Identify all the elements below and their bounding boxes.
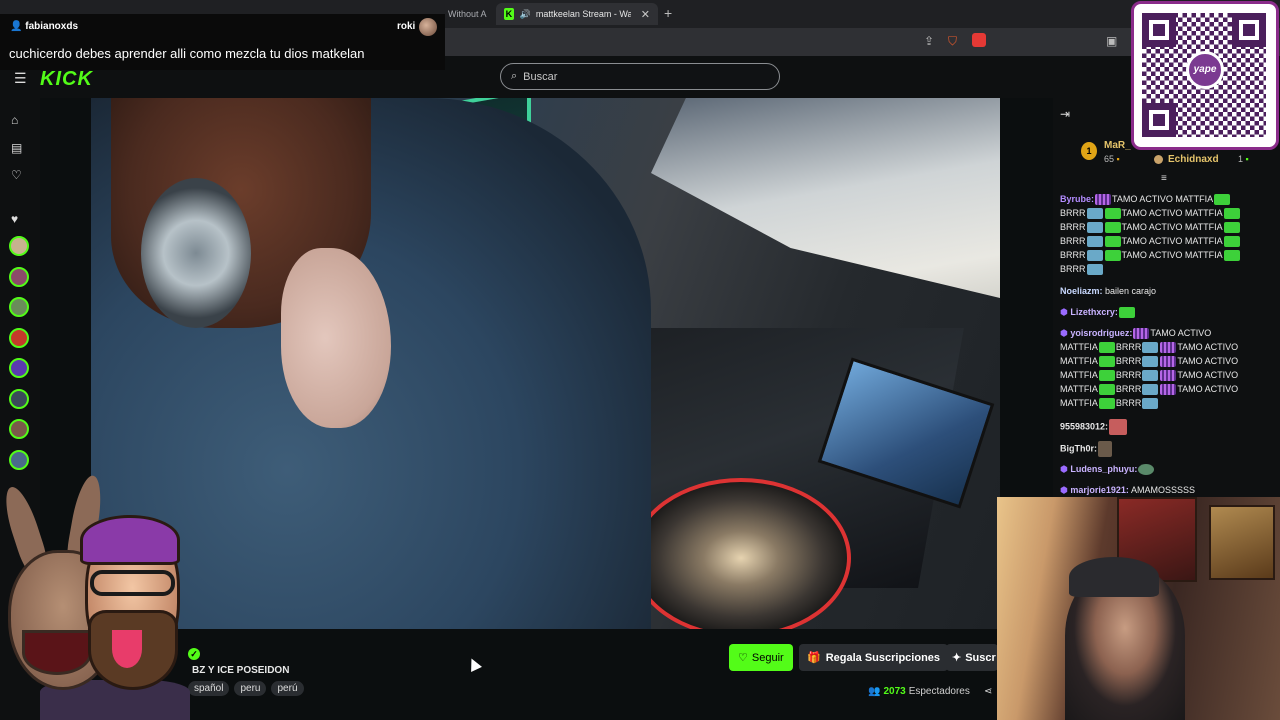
heart-icon: ♡: [738, 652, 748, 664]
extension-icon[interactable]: [972, 33, 986, 47]
followed-channel-avatar[interactable]: [9, 328, 29, 348]
chat-message: BRRR TAMO ACTIVO MATTFIA: [1060, 234, 1241, 248]
screen: Without A K 🔊 mattkeelan Stream - Watch …: [0, 0, 1280, 720]
chat-message: MATTFIA BRRR TAMO ACTIVO: [1060, 356, 1239, 368]
leaderboard-count: 65 ▪: [1104, 154, 1120, 164]
chat-message: ⬢ Ludens_phuyu:: [1060, 462, 1155, 476]
kick-logo[interactable]: KICK: [40, 68, 93, 91]
follow-label: Seguir: [751, 651, 784, 664]
followed-channel-avatar[interactable]: [9, 236, 29, 256]
overlay-reply-user: roki: [397, 21, 416, 32]
webcam-overlay: [997, 497, 1280, 720]
mascot-overlay: [0, 470, 190, 720]
chat-message: BRRR: [1060, 262, 1104, 276]
followed-channel-avatar[interactable]: [9, 389, 29, 409]
donkey-mouth: [22, 630, 92, 675]
viewers-icon: 👥: [868, 686, 881, 697]
cartoon-glasses: [90, 570, 175, 596]
gift-subs-button[interactable]: 🎁 Regala Suscripciones: [799, 644, 949, 671]
collapse-chat-icon[interactable]: ⇥: [1060, 107, 1070, 121]
wall-poster: [1209, 505, 1275, 580]
qr-finder-pattern: [1235, 16, 1263, 44]
followed-channel-avatar[interactable]: [9, 419, 29, 439]
chat-message: BRRR TAMO ACTIVO MATTFIA: [1060, 206, 1241, 220]
hamburger-menu-icon[interactable]: ☰: [14, 70, 27, 87]
gift-label: Regala Suscripciones: [825, 651, 941, 664]
chat-message: MATTFIA BRRR TAMO ACTIVO: [1060, 370, 1239, 382]
chat-message: MATTFIA BRRR TAMO ACTIVO: [1060, 342, 1239, 354]
chat-message: MATTFIA BRRR: [1060, 396, 1159, 410]
search-input[interactable]: ⌕ Buscar: [500, 63, 780, 90]
cartoon-beanie: [80, 515, 180, 565]
cartoon-tongue: [112, 630, 142, 668]
viewer-count: 👥 2073 Espectadores: [868, 686, 970, 697]
speaker-icon: 🔊: [519, 8, 531, 19]
stream-title: BZ Y ICE POSEIDON: [192, 665, 290, 676]
sparkle-icon: ✦: [952, 652, 962, 664]
chat-message: MATTFIA BRRR TAMO ACTIVO: [1060, 384, 1239, 396]
browser-tab[interactable]: Without A: [440, 3, 492, 25]
user-icon: 👤: [10, 21, 23, 32]
streamer-cap: [1069, 557, 1159, 597]
video-jog-wheel: [631, 478, 851, 629]
brave-shield-icon[interactable]: ⛉: [948, 34, 957, 49]
chat-message: 955983012:: [1060, 419, 1128, 435]
viewer-number: 2073: [883, 686, 906, 697]
qr-finder-pattern: [1145, 16, 1173, 44]
share-icon[interactable]: ⋖: [984, 686, 992, 697]
chat-message: BRRR TAMO ACTIVO MATTFIA: [1060, 248, 1241, 262]
share-page-icon[interactable]: ⇪: [924, 34, 934, 48]
tab-title: mattkeelan Stream - Watch Li: [535, 9, 631, 19]
leaderboard-user[interactable]: MaR_: [1104, 140, 1131, 151]
stream-tags: spañol peru perú: [188, 681, 304, 696]
close-tab-icon[interactable]: ✕: [641, 8, 650, 21]
home-icon[interactable]: ⌂: [11, 113, 18, 127]
follow-button[interactable]: ♡ Seguir: [729, 644, 793, 671]
search-icon: ⌕: [511, 70, 518, 82]
chat-message: ⬢ marjorie1921: AMAMOSSSSS: [1060, 485, 1195, 495]
sidebar-toggle-icon[interactable]: ▣: [1106, 34, 1117, 48]
overlay-avatar: [419, 18, 437, 36]
gift-icon: 🎁: [807, 652, 821, 664]
browse-icon[interactable]: ▤: [11, 141, 22, 155]
stream-tag[interactable]: spañol: [188, 681, 230, 696]
chat-message: BRRR TAMO ACTIVO MATTFIA: [1060, 220, 1241, 234]
stream-tag[interactable]: perú: [271, 681, 304, 696]
kick-favicon-icon: K: [504, 8, 514, 20]
subscribe-button[interactable]: ✦ Suscr: [946, 644, 998, 671]
subscribe-label: Suscr: [965, 651, 996, 664]
chat-message: Noeliazm: bailen carajo: [1060, 286, 1157, 296]
leaderboard-badge-icon: [1154, 155, 1163, 164]
leaderboard-count: 1 ▪: [1238, 154, 1249, 164]
viewer-label: Espectadores: [908, 686, 970, 697]
chat-filter-icon[interactable]: ≡: [1161, 173, 1167, 184]
browser-tab-active[interactable]: K 🔊 mattkeelan Stream - Watch Li ✕: [496, 3, 658, 25]
chat-message: BigTh0r:: [1060, 441, 1113, 457]
followed-channel-avatar[interactable]: [9, 297, 29, 317]
search-placeholder: Buscar: [523, 70, 558, 83]
video-headphones: [141, 178, 251, 328]
tab-title: Without A: [448, 9, 487, 19]
overlay-username: 👤 fabianoxds: [10, 21, 79, 32]
chat-message: ⬢ yoisrodriguez: TAMO ACTIVO: [1060, 328, 1212, 340]
new-tab-icon[interactable]: +: [664, 5, 672, 21]
yape-logo: yape: [1186, 51, 1224, 89]
leaderboard-user[interactable]: Echidnaxd: [1168, 154, 1219, 165]
followed-channel-avatar[interactable]: [9, 267, 29, 287]
leaderboard-rank-badge-icon: 1: [1081, 142, 1097, 160]
following-heart-icon[interactable]: ♡: [11, 168, 22, 182]
stream-tag[interactable]: peru: [234, 681, 267, 696]
followed-channel-avatar[interactable]: [9, 450, 29, 470]
chat-message: ⬢ Lizethxcry:: [1060, 305, 1136, 319]
chat-message: Byrube: TAMO ACTIVO MATTFIA: [1060, 192, 1231, 206]
followed-channel-avatar[interactable]: [9, 358, 29, 378]
followed-channels-heart-icon: ♥: [11, 212, 19, 226]
overlay-message-text: cuchicerdo debes aprender alli como mezc…: [9, 46, 365, 61]
video-player[interactable]: [91, 98, 1000, 629]
qr-finder-pattern: [1145, 106, 1173, 134]
